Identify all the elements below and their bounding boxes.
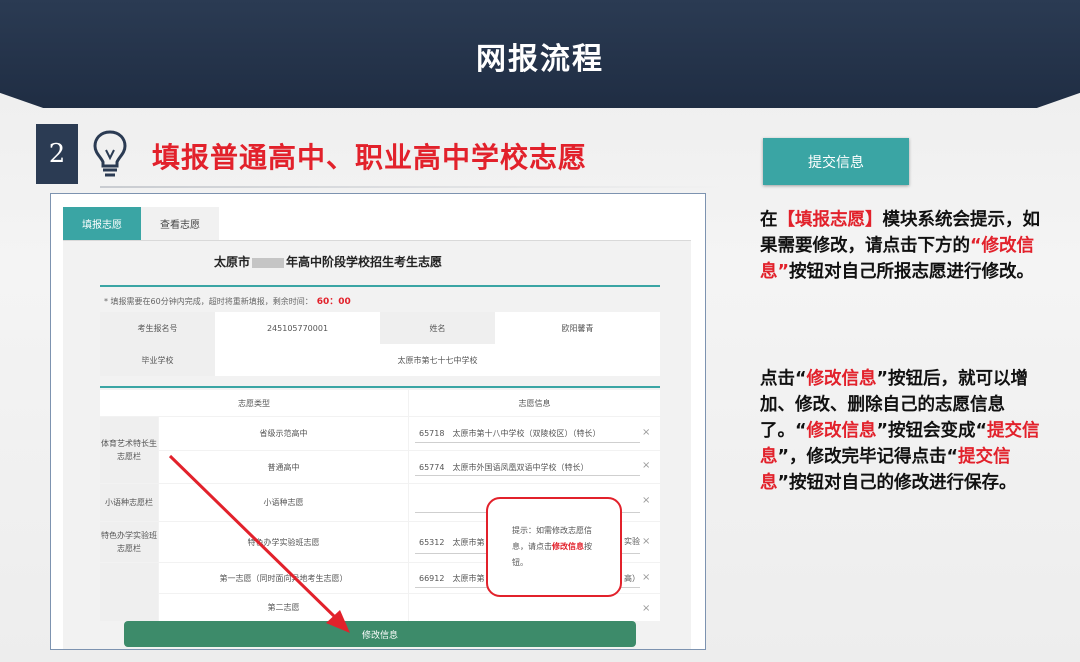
p2-part: ”按钮会变成“ xyxy=(876,421,988,441)
row-info-input[interactable]: 65774 太原市外国语凤凰双语中学校（特长） xyxy=(409,451,660,483)
page-title: 网报流程 xyxy=(476,42,604,77)
submit-info-button-sample: 提交信息 xyxy=(763,138,909,185)
tab-underline xyxy=(63,240,691,241)
school-value: 太原市第七十七中学校 xyxy=(215,344,660,376)
row-info-input[interactable]: 65718 太原市第十八中学校（双陵校区）（特长） xyxy=(409,417,660,450)
title-divider xyxy=(100,186,720,188)
col-header-type: 志愿类型 xyxy=(100,390,408,416)
row-type: 小语种志愿 xyxy=(159,484,408,521)
form-title-suffix-2: 年高中阶段学校招生考生志愿 xyxy=(286,255,443,269)
group-label-minor-language: 小语种志愿栏 xyxy=(100,484,158,521)
countdown-timer: 60：00 xyxy=(316,297,351,307)
exam-no-value: 245105770001 xyxy=(215,312,380,344)
description-paragraph-2: 点击“修改信息”按钮后，就可以增加、修改、删除自己的志愿信息了。“修改信息”按钮… xyxy=(760,366,1040,496)
form-divider-mid xyxy=(100,386,660,388)
p1-part: 按钮对自己所报志愿进行修改。 xyxy=(789,262,1035,282)
close-icon[interactable]: × xyxy=(642,603,650,614)
modify-info-button[interactable]: 修改信息 xyxy=(124,621,636,647)
row-type: 第二志愿 xyxy=(159,594,408,621)
group-label-special-class: 特色办学实验班志愿栏 xyxy=(100,522,158,562)
row-info-tail: 高） xyxy=(624,573,640,583)
time-notice-text: * 填报需要在60分钟内完成，超时将重新填报，剩余时间： xyxy=(104,297,313,306)
redacted-year-2 xyxy=(252,257,284,268)
group-label-sports-art: 体育艺术特长生志愿栏 xyxy=(100,417,158,483)
close-icon[interactable]: × xyxy=(642,460,650,471)
description-paragraph-1: 在【填报志愿】模块系统会提示，如果需要修改，请点击下方的“修改信息”按钮对自己所… xyxy=(760,207,1040,285)
close-icon[interactable]: × xyxy=(642,536,650,547)
row-type: 第一志愿（同时面向异地考生志愿） xyxy=(159,563,408,593)
time-notice: * 填报需要在60分钟内完成，超时将重新填报，剩余时间： 60：00 xyxy=(104,294,351,307)
p2-highlight: 修改信息 xyxy=(806,421,877,441)
row-info-tail: 实验 xyxy=(624,536,640,546)
name-label: 姓名 xyxy=(380,312,495,344)
row-info-input[interactable] xyxy=(409,594,660,621)
form-divider-top xyxy=(100,285,660,287)
p2-highlight: 修改信息 xyxy=(806,369,877,389)
input-underline xyxy=(415,475,640,476)
form-title-prefix-2: 太原市 xyxy=(213,255,250,269)
p2-part: 点击“ xyxy=(760,369,807,389)
step-number-badge: 2 xyxy=(36,124,78,184)
step-title: 填报普通高中、职业高中学校志愿 xyxy=(152,141,588,174)
tab-view-preference[interactable]: 查看志愿 xyxy=(141,207,219,240)
hint-highlight: 修改信息 xyxy=(552,542,584,551)
p1-highlight: 【填报志愿】 xyxy=(777,210,883,230)
group-label-general xyxy=(100,563,158,621)
close-icon[interactable]: × xyxy=(642,572,650,583)
p2-part: ”，修改完毕记得点击“ xyxy=(777,447,959,467)
school-label: 毕业学校 xyxy=(100,344,215,376)
input-underline xyxy=(415,442,640,443)
hint-text: 提示：如需修改志愿信息，请点击修改信息按钮。 xyxy=(512,523,604,571)
close-icon[interactable]: × xyxy=(642,427,650,438)
hint-popup: 提示：如需修改志愿信息，请点击修改信息按钮。 xyxy=(486,497,622,597)
p2-part: ”按钮对自己的修改进行保存。 xyxy=(777,473,1017,493)
row-type: 普通高中 xyxy=(159,451,408,483)
exam-no-label: 考生报名号 xyxy=(100,312,215,344)
col-header-info: 志愿信息 xyxy=(409,390,660,416)
close-icon[interactable]: × xyxy=(642,495,650,506)
tab-fill-preference[interactable]: 填报志愿 xyxy=(63,207,141,240)
p1-part: 在 xyxy=(760,210,778,230)
tab-bar: 填报志愿 查看志愿 xyxy=(63,207,219,240)
row-type: 省级示范高中 xyxy=(159,417,408,450)
row-type: 特色办学实验班志愿 xyxy=(159,522,408,562)
name-value: 欧阳馨青 xyxy=(495,312,660,344)
form-title-visible: 太原市 年高中阶段学校招生考生志愿 xyxy=(0,253,656,270)
lightbulb-icon xyxy=(93,130,127,177)
